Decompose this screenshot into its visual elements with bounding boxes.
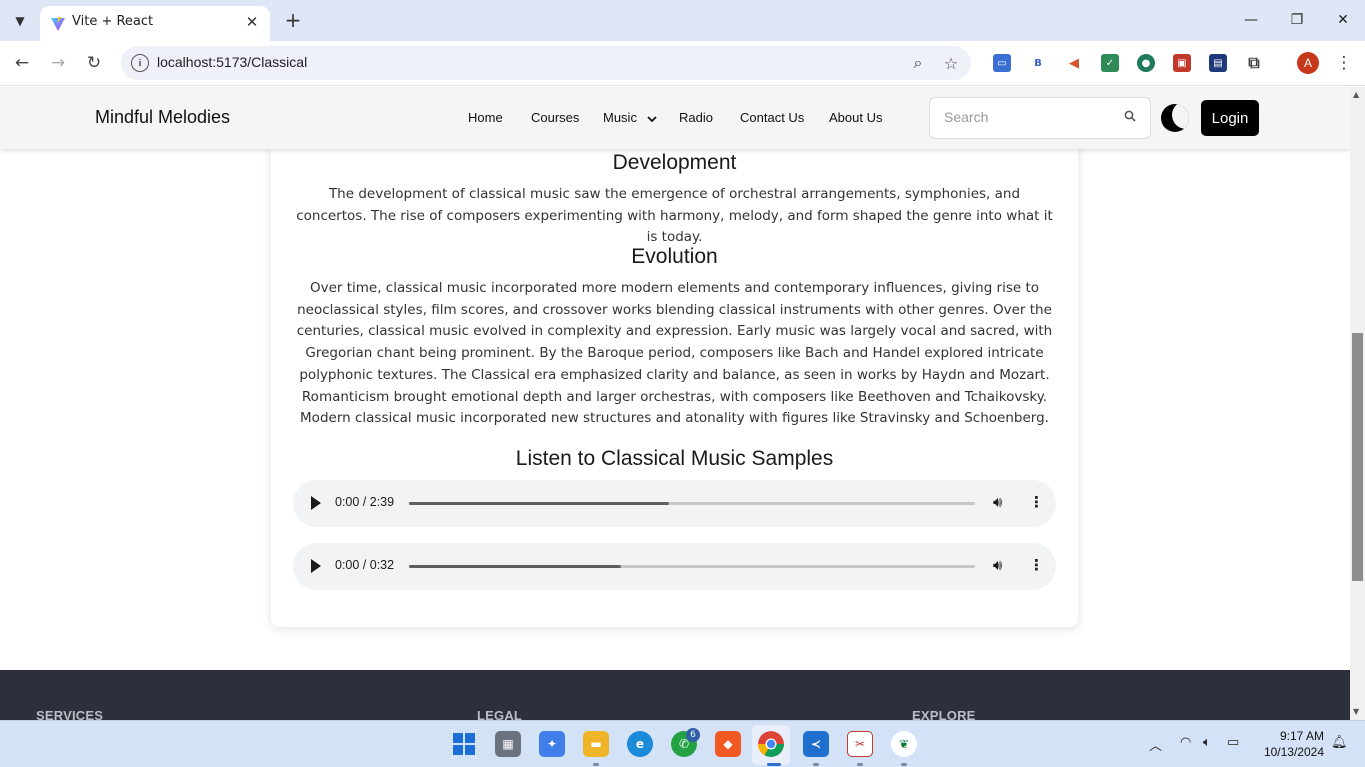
audio-time: 0:00 / 2:39 (335, 495, 395, 509)
windows-taskbar: ▦ ✦ ▬ e ✆ 6 ◆ ≺ ✂ ❦ ︿ ◠ 🔈︎ ▭ 9:17 AM 10/… (0, 720, 1365, 767)
extension-megaphone-icon[interactable]: ◀ (1065, 54, 1083, 72)
vite-favicon-icon (51, 17, 65, 31)
search-input[interactable] (944, 109, 1104, 125)
file-explorer-icon[interactable]: ▬ (583, 731, 609, 757)
nav-music-label: Music (603, 110, 637, 125)
extension-checklist-icon[interactable]: ✓ (1101, 54, 1119, 72)
search-icon[interactable] (1124, 110, 1136, 122)
reload-icon[interactable]: ↻ (81, 50, 107, 76)
login-button[interactable]: Login (1201, 100, 1259, 136)
forward-icon[interactable]: → (45, 50, 71, 76)
chrome-icon[interactable] (758, 731, 784, 757)
restore-icon[interactable]: ❐ (1285, 8, 1309, 32)
audio-time: 0:00 / 0:32 (335, 558, 395, 572)
evolution-heading: Evolution (631, 245, 718, 268)
battery-icon[interactable]: ▭ (1227, 735, 1239, 750)
tray-chevron-up-icon[interactable]: ︿ (1149, 735, 1162, 754)
running-indicator (857, 763, 863, 766)
theme-toggle-moon-icon[interactable] (1161, 104, 1189, 132)
extension-red-icon[interactable]: ▣ (1173, 54, 1191, 72)
zoom-icon[interactable]: ⌕ (908, 53, 928, 73)
address-bar[interactable]: i localhost:5173/Classical ⌕ ☆ (121, 46, 971, 80)
nav-contact[interactable]: Contact Us (740, 110, 804, 125)
nav-music[interactable]: Music (603, 110, 657, 125)
mongodb-compass-icon[interactable]: ❦ (891, 731, 917, 757)
nav-about[interactable]: About Us (829, 110, 882, 125)
clock-date[interactable]: 10/13/2024 (1257, 745, 1324, 759)
audio-player: 0:00 / 0:32 🔊︎ ⋮ (293, 543, 1056, 590)
site-footer: SERVICES LEGAL EXPLORE (0, 670, 1350, 720)
copilot-icon[interactable]: ✦ (539, 731, 565, 757)
browser-toolbar: ← → ↻ i localhost:5173/Classical ⌕ ☆ ▭ B… (0, 41, 1365, 86)
footer-services-heading: SERVICES (36, 708, 104, 720)
running-indicator (593, 763, 599, 766)
profile-avatar[interactable]: A (1297, 52, 1319, 74)
audio-buffered-fill (409, 502, 670, 505)
audio-seek-bar[interactable] (409, 502, 975, 505)
content-card: Development The development of classical… (271, 87, 1078, 627)
close-tab-icon[interactable]: ✕ (242, 12, 262, 32)
extension-b-icon[interactable]: B (1029, 54, 1047, 72)
page-viewport: Mindful Melodies Home Courses Music Radi… (0, 87, 1350, 720)
search-box (929, 97, 1151, 139)
running-indicator (901, 763, 907, 766)
tab-search-chevron-icon[interactable]: ▼ (6, 7, 34, 35)
scrollbar-thumb[interactable] (1352, 333, 1363, 581)
samples-heading: Listen to Classical Music Samples (515, 447, 834, 470)
browser-tab[interactable]: Vite + React ✕ (40, 6, 270, 41)
extensions-puzzle-icon[interactable]: ⧉ (1245, 53, 1263, 72)
extension-screen-icon[interactable]: ▭ (993, 54, 1011, 72)
play-icon[interactable] (311, 496, 321, 510)
site-brand[interactable]: Mindful Melodies (95, 107, 230, 128)
audio-seek-bar[interactable] (409, 565, 975, 568)
bookmark-star-icon[interactable]: ☆ (941, 53, 961, 73)
extension-blue-icon[interactable]: ▤ (1209, 54, 1227, 72)
whatsapp-badge: 6 (686, 728, 700, 742)
url-text[interactable]: localhost:5173/Classical (157, 54, 307, 70)
nav-courses[interactable]: Courses (531, 110, 579, 125)
footer-explore-heading: EXPLORE (912, 708, 976, 720)
snipping-tool-icon[interactable]: ✂ (847, 731, 873, 757)
audio-buffered-fill (409, 565, 622, 568)
footer-legal-heading: LEGAL (477, 708, 523, 720)
evolution-text: Over time, classical music incorporated … (296, 280, 1053, 427)
window-close-icon[interactable]: ✕ (1331, 8, 1355, 32)
play-icon[interactable] (311, 559, 321, 573)
minimize-icon[interactable]: — (1239, 8, 1263, 32)
browser-tab-strip: ▼ Vite + React ✕ + — ❐ ✕ (0, 0, 1365, 41)
more-options-icon[interactable]: ⋮ (1029, 556, 1044, 574)
running-indicator (813, 763, 819, 766)
brave-icon[interactable]: ◆ (715, 731, 741, 757)
nav-radio[interactable]: Radio (679, 110, 713, 125)
edge-icon[interactable]: e (627, 731, 653, 757)
back-icon[interactable]: ← (9, 50, 35, 76)
nav-home[interactable]: Home (468, 110, 503, 125)
scroll-up-icon[interactable]: ▲ (1353, 90, 1359, 99)
page-scrollbar[interactable]: ▲ ▼ (1350, 87, 1365, 720)
new-tab-icon[interactable]: + (280, 7, 306, 33)
audio-player: 0:00 / 2:39 🔊︎ ⋮ (293, 480, 1056, 527)
extension-pin-icon[interactable]: ● (1137, 54, 1155, 72)
chrome-menu-icon[interactable]: ⋮ (1331, 50, 1357, 76)
development-text: The development of classical music saw t… (296, 186, 1053, 246)
tab-title: Vite + React (72, 14, 154, 29)
notification-bell-icon[interactable]: 🔔︎ (1331, 735, 1348, 750)
speaker-icon[interactable]: 🔈︎ (1203, 735, 1211, 750)
running-indicator (767, 763, 781, 766)
wifi-icon[interactable]: ◠ (1180, 735, 1191, 750)
site-header: Mindful Melodies Home Courses Music Radi… (0, 87, 1350, 149)
clock-time[interactable]: 9:17 AM (1262, 729, 1324, 743)
site-info-icon[interactable]: i (131, 54, 149, 72)
volume-icon[interactable]: 🔊︎ (993, 493, 1002, 511)
windows-start-icon[interactable] (451, 731, 477, 757)
chevron-down-icon (646, 115, 657, 122)
development-heading: Development (612, 151, 737, 174)
scroll-down-icon[interactable]: ▼ (1353, 707, 1359, 716)
more-options-icon[interactable]: ⋮ (1029, 493, 1044, 511)
volume-icon[interactable]: 🔊︎ (993, 556, 1002, 574)
task-view-icon[interactable]: ▦ (495, 731, 521, 757)
vscode-icon[interactable]: ≺ (803, 731, 829, 757)
